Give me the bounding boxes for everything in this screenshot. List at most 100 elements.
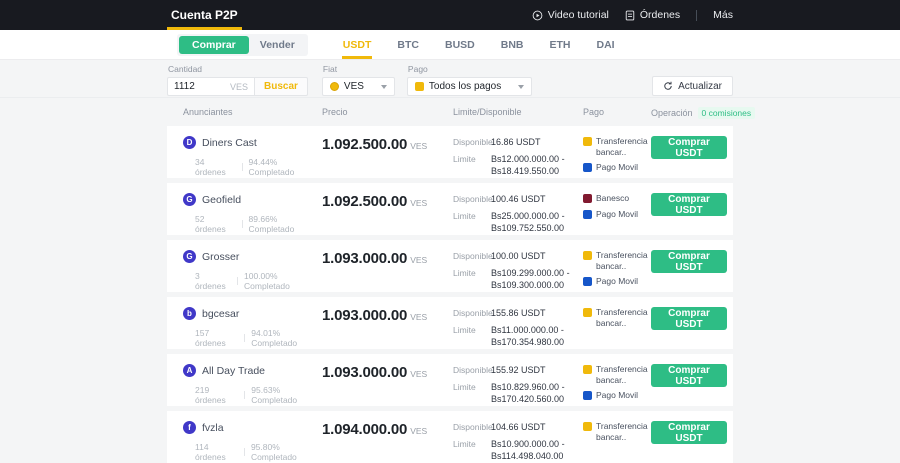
price-value: 1.094.000.00 [322,421,408,438]
payment-method: Transferencia bancar.. [583,421,651,442]
price-currency: VES [410,198,428,208]
buy-usdt-button[interactable]: Comprar USDT [651,421,727,444]
advertiser-cell: G Grosser 3 órdenes 100.00% Completado [183,250,322,292]
tab-busd[interactable]: BUSD [432,30,488,59]
tab-bnb[interactable]: BNB [488,30,537,59]
payment-filter: Pago Todos los pagos [406,64,533,96]
limit-label: Limite [453,381,476,392]
advertiser-cell: D Diners Cast 34 órdenes 94.44% Completa… [183,136,322,178]
payment-method-list: Transferencia bancar.. Pago Movil [583,364,651,406]
payment-method-list: Transferencia bancar.. [583,307,651,349]
amount-suffix: VES [229,81,248,92]
header-anunciantes: Anunciantes [183,107,233,117]
buy-usdt-button[interactable]: Comprar USDT [651,193,727,216]
payment-method-label: Transferencia bancar.. [596,364,648,385]
payment-method-label: Transferencia bancar.. [596,307,648,328]
header-operacion-label: Operación [651,108,693,118]
price-value: 1.093.000.00 [322,364,408,381]
payment-label: Pago [407,64,428,74]
limit-value: Bs109.299.000.00 - Bs109.300.000.00 [491,267,570,291]
fiat-coin-icon [329,82,339,91]
orders-link[interactable]: Órdenes [625,9,680,21]
orders-count: 34 órdenes [195,157,226,177]
document-icon [625,10,635,21]
payment-method-icon [583,251,592,260]
more-link[interactable]: Más [713,9,733,21]
buy-usdt-button[interactable]: Comprar USDT [651,250,727,273]
payment-method-icon [583,209,592,219]
sell-tab[interactable]: Vender [249,36,306,54]
available-value: 104.66 USDT [491,422,546,432]
buy-tab[interactable]: Comprar [179,35,249,54]
available-value: 16.86 USDT [491,137,541,147]
available-label: Disponible [453,365,493,375]
advertiser-name[interactable]: Diners Cast [202,137,257,149]
orders-count: 219 órdenes [195,385,226,405]
completion-rate: 94.01% Completado [251,328,298,348]
fiat-label: Fiat [322,64,338,74]
price-cell: 1.092.500.00 VES [322,193,453,235]
offer-row: f fvzla 114 órdenes 95.80% Completado 1.… [167,411,733,463]
avatar: D [183,136,196,149]
price-cell: 1.093.000.00 VES [322,364,453,406]
available-label: Disponible [453,194,493,204]
limit-value: Bs12.000.000.00 - Bs18.419.550.00 [491,153,565,177]
limit-value: Bs11.000.000.00 - Bs170.354.980.00 [491,324,565,348]
amount-filter: Cantidad VES Buscar [167,64,308,96]
operation-cell: Comprar USDT [651,364,729,406]
buy-usdt-button[interactable]: Comprar USDT [651,136,727,159]
advertiser-cell: A All Day Trade 219 órdenes 95.63% Compl… [183,364,322,406]
payment-method-label: Pago Movil [596,276,639,287]
chevron-down-icon [518,84,525,89]
limit-value: Bs10.829.960.00 - Bs170.420.560.00 [491,381,565,405]
operation-cell: Comprar USDT [651,250,729,292]
advertiser-name[interactable]: fvzla [202,422,224,434]
payment-method: Pago Movil [583,162,651,173]
limit-label: Limite [453,267,476,278]
advertiser-name[interactable]: bgcesar [202,308,239,320]
fiat-filter: Fiat VES [321,64,395,96]
header-limite-disponible: Limite/Disponible [453,107,522,117]
amount-input[interactable] [174,81,220,92]
play-circle-icon [532,10,543,21]
limit-available-cell: Disponible 155.92 USDT Limite Bs10.829.9… [453,364,583,406]
limit-label: Limite [453,210,476,221]
price-value: 1.093.000.00 [322,250,408,267]
payment-method-label: Transferencia bancar.. [596,250,648,271]
avatar: G [183,250,196,263]
chevron-down-icon [380,84,387,89]
search-button[interactable]: Buscar [255,77,308,96]
topbar-divider [696,9,698,21]
payment-method-icon [583,137,592,146]
fiat-select[interactable]: VES [321,77,395,96]
advertiser-name[interactable]: Grosser [202,251,239,263]
offer-row: A All Day Trade 219 órdenes 95.63% Compl… [167,354,733,406]
payment-filter-icon [414,82,424,91]
available-label: Disponible [453,251,493,261]
price-value: 1.092.500.00 [322,136,408,153]
price-cell: 1.092.500.00 VES [322,136,453,178]
tab-usdt[interactable]: USDT [330,30,385,59]
price-currency: VES [410,255,428,265]
advertiser-name[interactable]: All Day Trade [202,365,265,377]
price-currency: VES [410,141,428,151]
asset-tabs: USDT BTC BUSD BNB ETH DAI [330,30,628,59]
payment-method-icon [583,163,592,173]
refresh-button[interactable]: Actualizar [652,76,733,96]
filter-bar: Cantidad VES Buscar Fiat VES Pago [0,60,900,98]
advertiser-name[interactable]: Geofield [202,194,241,206]
tab-dai[interactable]: DAI [584,30,628,59]
payment-method-label: Pago Movil [596,162,639,173]
tab-eth[interactable]: ETH [537,30,584,59]
tab-btc[interactable]: BTC [384,30,432,59]
price-value: 1.093.000.00 [322,307,408,324]
buy-usdt-button[interactable]: Comprar USDT [651,307,727,330]
avatar: G [183,193,196,206]
payment-select[interactable]: Todos los pagos [406,77,533,96]
orders-count: 52 órdenes [195,214,226,234]
available-label: Disponible [453,137,493,147]
limit-available-cell: Disponible 16.86 USDT Limite Bs12.000.00… [453,136,583,178]
orders-count: 157 órdenes [195,328,226,348]
video-tutorial-link[interactable]: Video tutorial [532,9,609,21]
buy-usdt-button[interactable]: Comprar USDT [651,364,727,387]
